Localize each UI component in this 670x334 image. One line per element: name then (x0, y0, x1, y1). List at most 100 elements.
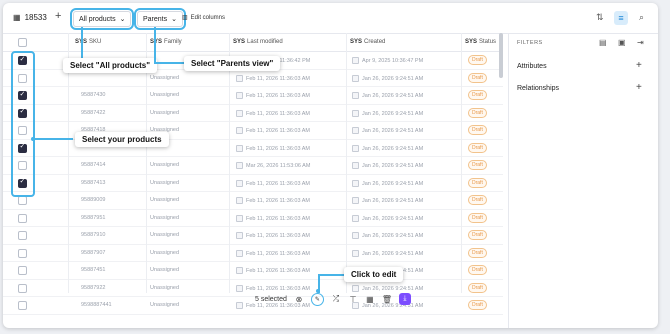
calendar-icon (352, 162, 359, 169)
sort-icon[interactable]: ⇅ (596, 12, 604, 23)
download-icon: ⤓ (403, 295, 407, 302)
status-badge: Draft (468, 282, 487, 293)
products-dropdown[interactable]: All products ⌄ (69, 8, 135, 30)
column-header-created[interactable]: SYS Created (350, 39, 385, 45)
calendar-icon (236, 214, 243, 222)
cell-sku: 9598887441 (81, 302, 112, 308)
cell-created: Jan 26, 2026 9:24:51 AM (352, 214, 423, 222)
filter-icon[interactable]: ≡ (614, 11, 628, 25)
layout-icon[interactable]: ▤ (599, 38, 607, 47)
status-badge: Draft (468, 247, 487, 258)
status-badge: Draft (468, 142, 487, 153)
add-relationship-filter-icon[interactable]: + (636, 82, 642, 93)
calendar-icon (236, 284, 243, 292)
table-row[interactable]: 95887430 Unassigned Feb 11, 2026 11:36:03 … (3, 86, 503, 105)
view-dropdown[interactable]: Parents ⌄ (134, 8, 186, 30)
download-button[interactable]: ⤓ (398, 293, 411, 305)
table-row[interactable]: 95887413 Unassigned Feb 11, 2026 11:36:03 … (3, 174, 503, 192)
cell-last-modified: Feb 11, 2026 11:36:03 AM (236, 127, 310, 134)
cell-sku: 95887907 (81, 249, 106, 256)
calendar-icon (352, 92, 359, 99)
table-row[interactable]: 95889009 Unassigned Feb 11, 2026 11:36:03 … (3, 191, 503, 210)
filters-panel: FILTERS ▤ ▣ ⇥ Attributes + Relationships… (508, 33, 658, 328)
table-row[interactable]: 95887922 Unassigned Feb 11, 2026 11:36:03 … (3, 279, 503, 297)
row-checkbox[interactable] (18, 301, 27, 310)
status-badge: Draft (468, 125, 487, 135)
hierarchy-icon[interactable]: ⊤ (348, 295, 358, 304)
cell-created: Jan 26, 2026 9:24:51 AM (352, 74, 423, 82)
close-panel-icon[interactable]: ⇥ (637, 38, 644, 47)
table-row[interactable]: 95887422 Unassigned Feb 11, 2026 11:36:03 … (3, 104, 503, 122)
cell-sku: 95887413 (81, 179, 106, 186)
bulk-action-bar: 5 selected ⊗ ✎ ⤮ ⊤ ▦ 🗑 ⤓ (255, 290, 411, 308)
filter-item-attributes[interactable]: Attributes (517, 63, 547, 70)
callout-connector (154, 62, 184, 64)
edit-columns-button[interactable]: ▥ Edit columns (182, 14, 225, 22)
cell-sku: 95887422 (81, 109, 106, 116)
cell-sku: 95887922 (81, 284, 106, 291)
status-badge: Draft (468, 300, 487, 310)
selected-count: 5 selected (255, 295, 287, 303)
edit-button[interactable]: ✎ (310, 292, 324, 306)
row-checkbox[interactable] (18, 196, 27, 205)
chevron-down-icon: ⌄ (171, 16, 177, 23)
table-row[interactable]: 95887414 Unassigned Mar 26, 2026 11:53:06 … (3, 156, 503, 175)
cell-family: Unassigned (150, 249, 180, 256)
table-row[interactable]: 95887910 Unassigned Feb 11, 2026 11:36:03 … (3, 226, 503, 245)
cell-sku: 95887951 (81, 214, 106, 221)
calendar-icon (236, 127, 243, 134)
column-header-sku[interactable]: SYSSKU (75, 39, 101, 45)
filter-item-relationships[interactable]: Relationships (517, 85, 559, 92)
row-checkbox[interactable] (18, 266, 27, 275)
column-header-status[interactable]: SYS Status (465, 39, 496, 45)
cell-created: Apr 9, 2025 10:36:47 PM (352, 57, 423, 64)
calendar-icon (236, 144, 243, 152)
calendar-icon (236, 197, 243, 204)
row-checkbox[interactable] (18, 231, 27, 240)
chevron-down-icon: ⌄ (119, 16, 126, 23)
callout-click-edit: Click to edit (344, 267, 404, 282)
pencil-icon: ✎ (314, 296, 320, 303)
cell-sku: 95889009 (81, 197, 106, 203)
add-attribute-filter-icon[interactable]: + (636, 60, 642, 71)
calendar-icon (352, 144, 359, 152)
trash-icon[interactable]: 🗑 (382, 295, 392, 304)
cell-last-modified: Feb 11, 2026 11:36:03 AM (236, 74, 310, 82)
grid-header: SYSSKU SYSFamily SYSLast modified SYSCre… (3, 33, 503, 52)
calendar-icon (352, 214, 359, 222)
cell-family: Unassigned (150, 109, 180, 116)
clear-selection-icon[interactable]: ⊗ (294, 295, 304, 304)
status-badge: Draft (468, 107, 487, 118)
add-button[interactable]: + (55, 10, 61, 22)
calendar-icon (352, 249, 359, 257)
row-checkbox[interactable] (18, 213, 27, 223)
cell-family: Unassigned (150, 74, 180, 81)
table-row[interactable]: 95887951 Unassigned Feb 11, 2026 11:36:03 … (3, 209, 503, 227)
vertical-scrollbar[interactable] (499, 33, 503, 78)
product-count: ▦ 18533 (13, 13, 47, 22)
status-badge: Draft (468, 230, 487, 240)
table-icon[interactable]: ▦ (365, 295, 375, 304)
row-checkbox[interactable] (18, 248, 27, 258)
search-icon[interactable]: ⌕ (639, 12, 644, 23)
cell-created: Jan 26, 2026 9:24:51 AM (352, 162, 423, 169)
shuffle-icon[interactable]: ⤮ (331, 294, 341, 304)
calendar-icon (236, 162, 243, 169)
select-all-checkbox[interactable] (18, 38, 27, 47)
cell-created: Jan 26, 2026 9:24:51 AM (352, 232, 423, 239)
status-badge: Draft (468, 55, 487, 65)
columns-icon: ▥ (182, 15, 188, 21)
calendar-icon (352, 179, 359, 187)
cell-last-modified: Feb 11, 2026 11:36:03 AM (236, 92, 310, 99)
table-row[interactable]: 95887451 Unassigned Feb 11, 2026 11:36:03 … (3, 261, 503, 280)
table-row[interactable]: 9598887441 Unassigned Feb 11, 2026 11:36:0… (3, 296, 503, 315)
calendar-icon (352, 127, 359, 134)
save-icon[interactable]: ▣ (618, 38, 626, 47)
calendar-icon (352, 74, 359, 82)
cell-family: Unassigned (150, 92, 180, 98)
cell-sku: 95887451 (81, 267, 106, 273)
row-checkbox[interactable] (18, 283, 27, 293)
column-header-last-modified[interactable]: SYS Last modified (233, 39, 283, 45)
table-row[interactable]: 95887907 Unassigned Feb 11, 2026 11:36:03 … (3, 244, 503, 262)
calendar-icon (352, 232, 359, 239)
